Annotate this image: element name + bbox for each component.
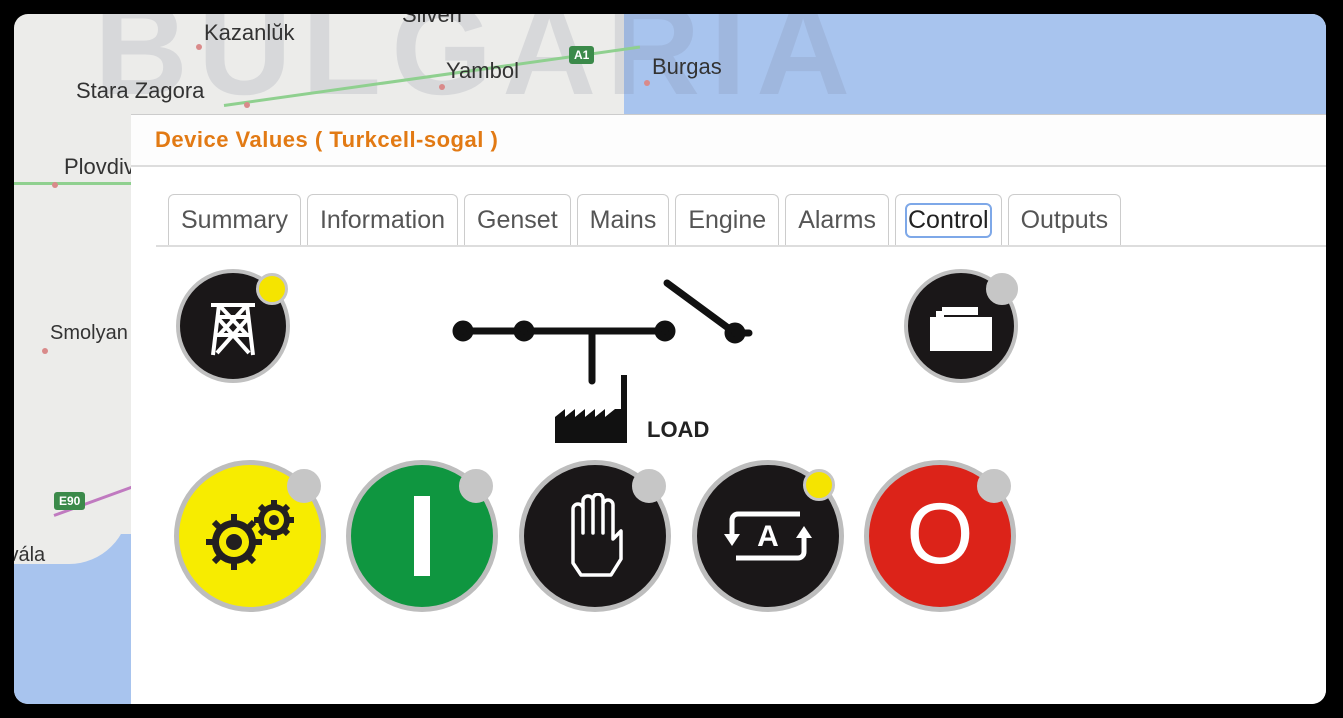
tab-label: Mains	[589, 205, 657, 234]
map-city: Burgas	[652, 54, 722, 79]
map-road-shield: A1	[569, 46, 595, 64]
generator-indicator	[904, 269, 1018, 383]
auto-button[interactable]: A	[692, 460, 844, 612]
map-city-dot	[244, 102, 250, 108]
power-pylon-icon	[211, 303, 255, 356]
map-road-shield: E90	[54, 492, 86, 510]
stop-button[interactable]: O	[864, 460, 1016, 612]
gears-icon	[206, 500, 294, 570]
tab-label: Control	[904, 202, 992, 238]
control-panel: LOAD A O	[131, 255, 1326, 704]
tab-information[interactable]: Information	[306, 194, 459, 245]
run-status-led	[287, 469, 321, 503]
tab-genset[interactable]: Genset	[464, 194, 571, 245]
map-city: Stara Zagora	[76, 78, 205, 103]
tab-summary[interactable]: Summary	[168, 194, 301, 245]
map-city-dot	[42, 348, 48, 354]
stop-status-led	[977, 469, 1011, 503]
start-status-led	[459, 469, 493, 503]
single-line-diagram	[452, 279, 753, 443]
bus-node	[452, 320, 474, 342]
tab-label: Summary	[181, 205, 288, 234]
map-city-dot	[196, 44, 202, 50]
hand-icon	[571, 493, 623, 577]
mains-status-led	[256, 273, 288, 305]
map-city-dot	[644, 80, 650, 86]
generator-breaker-open	[663, 279, 739, 337]
tab-control[interactable]: Control	[894, 194, 1002, 245]
stop-o-icon: O	[906, 486, 974, 582]
tab-bar: Summary Information Genset Mains Engine …	[156, 193, 1326, 247]
auto-status-led	[803, 469, 835, 501]
auto-a-icon: A	[724, 511, 812, 561]
map-city: Kazanlŭk	[204, 20, 295, 45]
dialog-title: Device Values ( Turkcell-sogal )	[155, 127, 499, 152]
run-button[interactable]	[174, 460, 326, 612]
factory-icon	[555, 375, 627, 443]
dialog-header: Device Values ( Turkcell-sogal )	[131, 115, 1326, 167]
map-city: Plovdiv	[64, 154, 135, 179]
tab-alarms[interactable]: Alarms	[785, 194, 889, 245]
bus-node	[654, 320, 676, 342]
tab-label: Genset	[477, 205, 558, 234]
tab-label: Engine	[688, 205, 767, 234]
map-city-dot	[439, 84, 445, 90]
auto-label: A	[757, 520, 779, 553]
map-city-dot	[52, 182, 58, 188]
tab-mains[interactable]: Mains	[576, 194, 670, 245]
start-button[interactable]	[346, 460, 498, 612]
map-city: Yambol	[446, 58, 519, 83]
map-city: Sliven	[402, 14, 462, 27]
manual-button[interactable]	[519, 460, 671, 612]
tab-label: Information	[319, 205, 446, 234]
map-city: Smolyan	[50, 322, 128, 344]
manual-status-led	[632, 469, 666, 503]
map-city: Kavála	[14, 544, 46, 566]
screen-frame: BULGARIA Kazanlŭk Sliven Yambol A1 Burga…	[14, 14, 1326, 704]
tab-label: Alarms	[798, 205, 876, 234]
mains-indicator	[176, 269, 290, 383]
device-values-dialog: Device Values ( Turkcell-sogal ) Summary…	[131, 114, 1326, 704]
load-label: LOAD	[647, 417, 710, 442]
tab-engine[interactable]: Engine	[675, 194, 780, 245]
bus-node	[513, 320, 535, 342]
start-i-icon	[414, 496, 430, 576]
tab-outputs[interactable]: Outputs	[1007, 194, 1122, 245]
generator-icon	[930, 307, 992, 351]
tab-label: Outputs	[1020, 205, 1109, 234]
generator-status-led	[986, 273, 1018, 305]
